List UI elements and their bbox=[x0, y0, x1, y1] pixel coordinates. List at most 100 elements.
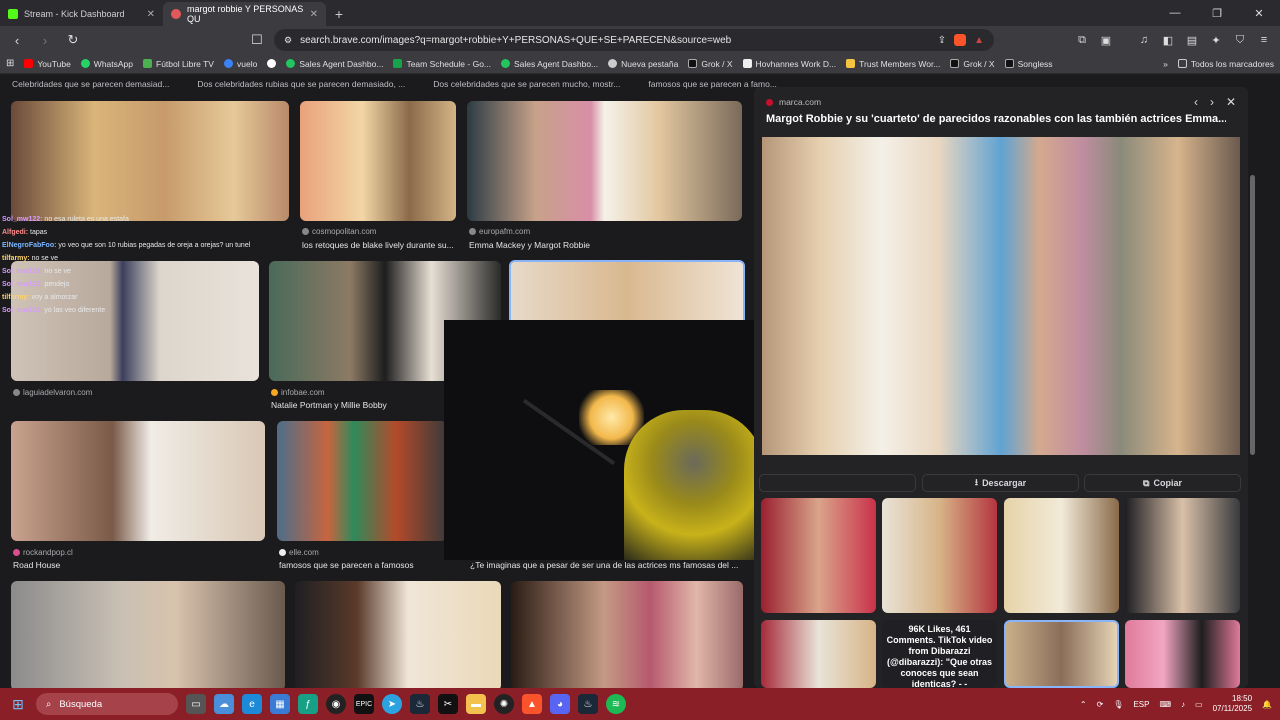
bookmark-team-schedule[interactable]: Team Schedule - Go... bbox=[393, 59, 491, 69]
brave-shields-icon[interactable] bbox=[954, 34, 967, 46]
apps-icon[interactable]: ⊞ bbox=[6, 58, 14, 69]
language-indicator[interactable]: ESP bbox=[1133, 700, 1149, 709]
result-source[interactable]: laguiadelvaron.com bbox=[13, 388, 92, 397]
spotify-icon[interactable]: ≋ bbox=[606, 694, 626, 714]
battery-icon[interactable]: ▭ bbox=[1195, 700, 1203, 709]
bookmark-hovhannes[interactable]: Hovhannes Work D... bbox=[742, 59, 836, 69]
related-image[interactable] bbox=[1125, 620, 1240, 688]
menu-icon[interactable]: ≡ bbox=[1254, 30, 1274, 50]
notification-bell-icon[interactable]: 🔔 bbox=[1262, 700, 1272, 709]
screenshot-icon[interactable]: ▣ bbox=[1096, 30, 1116, 50]
related-image[interactable] bbox=[882, 498, 997, 613]
bookmark-vuelo[interactable]: vuelo bbox=[223, 59, 257, 69]
result-caption[interactable]: Natalie Portman y Millie Bobby bbox=[271, 400, 387, 410]
prev-image-button[interactable]: ‹ bbox=[1194, 95, 1198, 109]
file-explorer-icon[interactable]: ▬ bbox=[466, 694, 486, 714]
taskbar-search[interactable]: ⌕ Búsqueda bbox=[36, 693, 178, 715]
panel-title[interactable]: Margot Robbie y su 'cuarteto' de parecid… bbox=[766, 113, 1226, 125]
capcut-icon[interactable]: ✂ bbox=[438, 694, 458, 714]
store-icon[interactable]: ▦ bbox=[270, 694, 290, 714]
result-image[interactable] bbox=[295, 581, 501, 688]
related-image[interactable] bbox=[761, 498, 876, 613]
result-caption[interactable]: famosos que se parecen a famosos bbox=[279, 560, 414, 570]
caption[interactable]: Dos celebridades que se parecen mucho, m… bbox=[433, 79, 620, 89]
windows-start-icon[interactable]: ⊞ bbox=[8, 694, 28, 714]
forward-icon[interactable]: › bbox=[34, 29, 56, 51]
bookmark-futbol[interactable]: Fútbol Libre TV bbox=[143, 59, 214, 69]
new-tab-button[interactable]: + bbox=[326, 2, 352, 26]
tab-kick-dashboard[interactable]: Stream - Kick Dashboard ✕ bbox=[0, 2, 163, 26]
copy-button[interactable]: ⧉ Copiar bbox=[1084, 474, 1241, 492]
chatgpt-icon[interactable]: ✺ bbox=[494, 694, 514, 714]
maximize-button[interactable]: ❐ bbox=[1196, 7, 1238, 20]
visit-button[interactable] bbox=[759, 474, 916, 492]
caption[interactable]: Celebridades que se parecen demasiad... bbox=[12, 79, 169, 89]
reload-icon[interactable]: ↻ bbox=[62, 29, 84, 51]
related-image[interactable] bbox=[1004, 498, 1119, 613]
result-caption[interactable]: Road House bbox=[13, 560, 60, 570]
related-image-tiktok[interactable]: 96K Likes, 461 Comments. TikTok video fr… bbox=[882, 620, 997, 688]
steam-icon-2[interactable]: ♨ bbox=[578, 694, 598, 714]
page-scrollbar[interactable] bbox=[1250, 175, 1255, 455]
bookmark-trust-members[interactable]: Trust Members Wor... bbox=[846, 59, 940, 69]
result-source[interactable]: elle.com bbox=[279, 548, 319, 557]
bookmark-nueva-pestana[interactable]: Nueva pestaña bbox=[608, 59, 678, 69]
bookmark-google[interactable] bbox=[267, 59, 277, 68]
mic-icon[interactable]: 🎙 bbox=[1113, 700, 1123, 709]
result-source[interactable]: infobae.com bbox=[271, 388, 325, 397]
result-image[interactable] bbox=[11, 101, 289, 221]
result-image[interactable] bbox=[511, 581, 743, 688]
more-bookmarks-button[interactable]: » bbox=[1163, 59, 1168, 69]
edge-icon[interactable]: e bbox=[242, 694, 262, 714]
share-icon[interactable]: ⇪ bbox=[938, 35, 946, 46]
result-caption[interactable]: Emma Mackey y Margot Robbie bbox=[469, 240, 590, 250]
bookmark-songless[interactable]: Songless bbox=[1004, 59, 1053, 69]
telegram-icon[interactable]: ➤ bbox=[382, 694, 402, 714]
sidebar-icon[interactable]: ◧ bbox=[1158, 30, 1178, 50]
extensions-icon[interactable]: ⧉ bbox=[1072, 30, 1092, 50]
close-tab-icon[interactable]: ✕ bbox=[310, 9, 318, 20]
sync-icon[interactable]: ⟳ bbox=[1097, 700, 1104, 709]
bookmark-sales-agent-1[interactable]: Sales Agent Dashbo... bbox=[286, 59, 383, 69]
app-icon[interactable]: ƒ bbox=[298, 694, 318, 714]
vpn-icon[interactable]: ⛉ bbox=[1230, 30, 1250, 50]
bookmark-grok-2[interactable]: Grok / X bbox=[950, 59, 995, 69]
obs-icon[interactable]: ◉ bbox=[326, 694, 346, 714]
epic-games-icon[interactable]: EPIC bbox=[354, 694, 374, 714]
result-image[interactable] bbox=[277, 421, 447, 541]
all-bookmarks-button[interactable]: Todos los marcadores bbox=[1177, 59, 1274, 69]
bookmark-youtube[interactable]: YouTube bbox=[24, 59, 71, 69]
wallet-icon[interactable]: ▤ bbox=[1182, 30, 1202, 50]
leo-icon[interactable]: ✦ bbox=[1206, 30, 1226, 50]
steam-icon[interactable]: ♨ bbox=[410, 694, 430, 714]
bookmark-grok-1[interactable]: Grok / X bbox=[688, 59, 733, 69]
network-icon[interactable]: ⌨ bbox=[1159, 700, 1171, 709]
minimize-button[interactable]: — bbox=[1154, 7, 1196, 19]
related-image-selected[interactable] bbox=[1004, 620, 1119, 688]
clock[interactable]: 18:50 07/11/2025 bbox=[1213, 694, 1252, 714]
bookmark-sales-agent-2[interactable]: Sales Agent Dashbo... bbox=[501, 59, 598, 69]
related-image[interactable] bbox=[1125, 498, 1240, 613]
next-image-button[interactable]: › bbox=[1210, 95, 1214, 109]
site-settings-icon[interactable]: ⚙ bbox=[284, 35, 292, 46]
result-caption[interactable]: ¿Te imaginas que a pesar de ser una de l… bbox=[470, 560, 738, 570]
result-image[interactable] bbox=[467, 101, 742, 221]
weather-icon[interactable]: ☁ bbox=[214, 694, 234, 714]
panel-source[interactable]: marca.com bbox=[766, 97, 821, 107]
result-source[interactable]: europafm.com bbox=[469, 227, 530, 236]
back-icon[interactable]: ‹ bbox=[6, 29, 28, 51]
volume-icon[interactable]: ♪ bbox=[1181, 700, 1185, 709]
result-image[interactable] bbox=[11, 581, 285, 688]
task-view-icon[interactable]: ▭ bbox=[186, 694, 206, 714]
brave-icon[interactable]: ▲ bbox=[522, 694, 542, 714]
result-image[interactable] bbox=[11, 421, 265, 541]
result-source[interactable]: cosmopolitan.com bbox=[302, 227, 376, 236]
close-window-button[interactable]: ✕ bbox=[1238, 7, 1280, 20]
result-source[interactable]: rockandpop.cl bbox=[13, 548, 73, 557]
address-bar[interactable]: ⚙ search.brave.com/images?q=margot+robbi… bbox=[274, 29, 994, 51]
discord-icon[interactable]: ◕ bbox=[550, 694, 570, 714]
brave-rewards-icon[interactable]: ▲ bbox=[974, 35, 984, 46]
related-image[interactable] bbox=[761, 620, 876, 688]
bookmark-whatsapp[interactable]: WhatsApp bbox=[80, 59, 133, 69]
tab-brave-search[interactable]: margot robbie Y PERSONAS QU ✕ bbox=[163, 2, 326, 26]
